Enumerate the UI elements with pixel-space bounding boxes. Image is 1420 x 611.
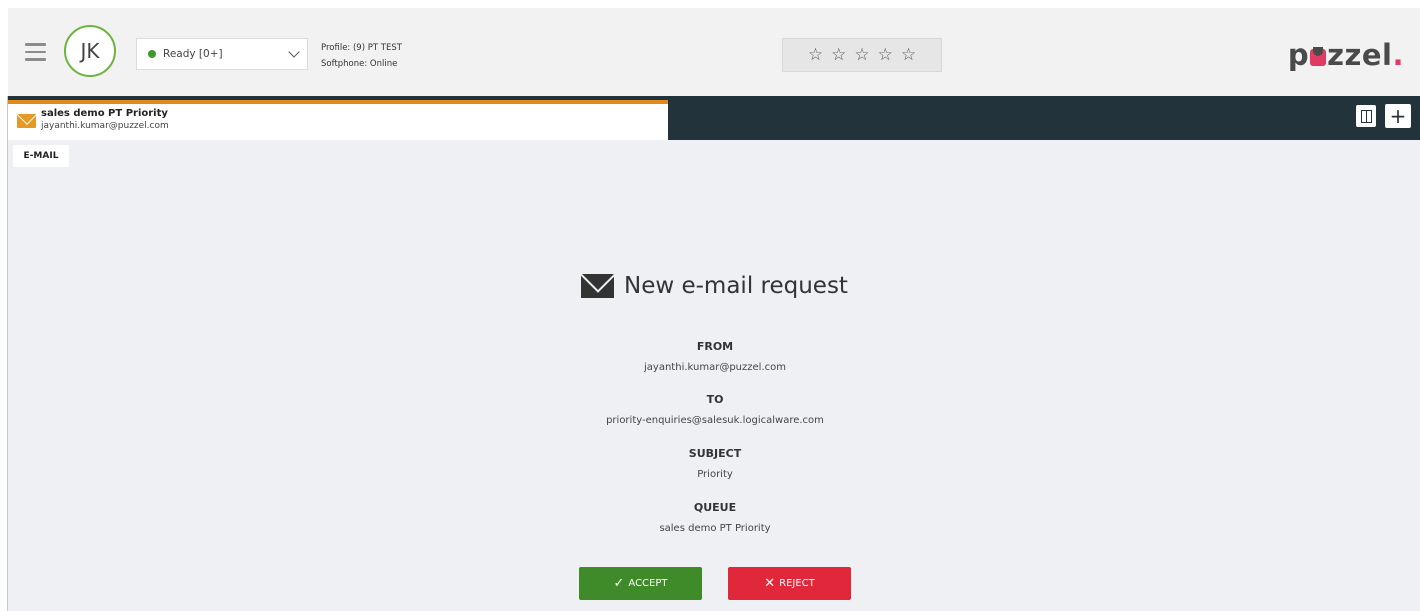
profile-info: Profile: (9) PT TEST Softphone: Online: [321, 40, 402, 72]
request-title-text: New e-mail request: [624, 273, 848, 299]
channel-label: E-MAIL: [13, 145, 69, 167]
from-label: FROM: [696, 340, 734, 353]
envelope-icon: [17, 114, 36, 128]
subject-value: Priority: [697, 469, 733, 480]
status-label: Ready [0+]: [163, 48, 223, 60]
subject-field: SUBJECT Priority: [500, 447, 930, 480]
avatar[interactable]: JK: [64, 25, 116, 77]
accept-label: ACCEPT: [628, 578, 668, 589]
reject-label: REJECT: [779, 578, 815, 589]
tab-subtitle: jayanthi.kumar@puzzel.com: [41, 121, 169, 131]
chevron-down-icon: [288, 46, 300, 58]
main-panel: [8, 140, 1420, 611]
checkmark-icon: ✓: [613, 576, 625, 591]
add-tab-button[interactable]: +: [1385, 104, 1411, 128]
envelope-icon: [581, 274, 614, 298]
star-rating: ☆ ☆ ☆ ☆ ☆: [782, 38, 942, 72]
from-value: jayanthi.kumar@puzzel.com: [644, 362, 786, 373]
close-icon: ✕: [764, 576, 776, 591]
accept-button[interactable]: ✓ ACCEPT: [579, 567, 702, 600]
to-label: TO: [706, 393, 724, 406]
reject-button[interactable]: ✕ REJECT: [728, 567, 851, 600]
subject-label: SUBJECT: [688, 447, 742, 460]
status-dot-icon: [148, 50, 156, 58]
star-icon[interactable]: ☆: [831, 46, 846, 64]
to-value: priority-enquiries@salesuk.logicalware.c…: [606, 415, 824, 426]
queue-label: QUEUE: [693, 501, 737, 514]
profile-label: Profile: (9) PT TEST: [321, 43, 402, 53]
hamburger-menu-icon[interactable]: [25, 43, 46, 61]
queue-field: QUEUE sales demo PT Priority: [500, 501, 930, 534]
request-title: New e-mail request: [581, 270, 848, 302]
from-field: FROM jayanthi.kumar@puzzel.com: [500, 340, 930, 373]
tab-email-conversation[interactable]: sales demo PT Priority jayanthi.kumar@pu…: [8, 104, 668, 140]
puzzel-logo: p zzel.: [1287, 38, 1404, 72]
tab-title: sales demo PT Priority: [41, 108, 168, 119]
top-bar: JK Ready [0+] Profile: (9) PT TEST Softp…: [8, 8, 1420, 96]
to-field: TO priority-enquiries@salesuk.logicalwar…: [500, 393, 930, 426]
star-icon[interactable]: ☆: [854, 46, 869, 64]
split-view-icon: [1360, 109, 1372, 123]
star-icon[interactable]: ☆: [901, 46, 916, 64]
status-dropdown[interactable]: Ready [0+]: [136, 38, 308, 70]
star-icon[interactable]: ☆: [878, 46, 893, 64]
star-icon[interactable]: ☆: [808, 46, 823, 64]
split-view-button[interactable]: [1356, 105, 1376, 127]
softphone-status: Softphone: Online: [321, 59, 398, 69]
queue-value: sales demo PT Priority: [659, 523, 771, 534]
